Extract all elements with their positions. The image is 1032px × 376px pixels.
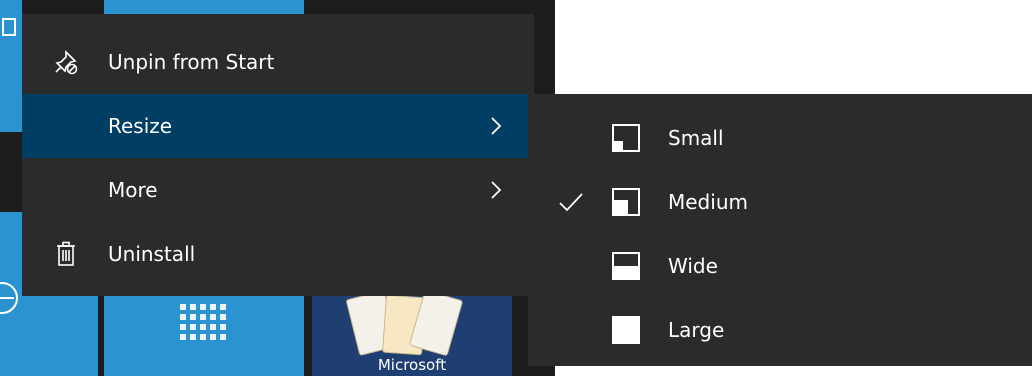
solitaire-tile-caption: Microsoft: [377, 356, 447, 374]
menu-item-unpin-from-start[interactable]: Unpin from Start: [22, 30, 534, 94]
checkmark-icon: [558, 190, 584, 214]
submenu-item-label: Large: [668, 318, 725, 342]
menu-item-label: Unpin from Start: [108, 50, 275, 74]
playing-cards-icon: [344, 289, 464, 357]
app-tile-bottom-small[interactable]: [22, 292, 98, 376]
size-medium-icon: [612, 188, 640, 216]
size-small-icon: [612, 124, 640, 152]
size-wide-icon: [612, 252, 640, 280]
chevron-right-icon: [490, 116, 502, 136]
app-tile-top[interactable]: [104, 0, 304, 14]
submenu-item-label: Small: [668, 126, 724, 150]
menu-item-label: More: [108, 178, 158, 202]
menu-item-label: Uninstall: [108, 242, 196, 266]
app-glyph-icon: [2, 18, 16, 36]
resize-submenu: Small Medium Wide Large: [528, 94, 1032, 366]
unpin-icon: [52, 48, 80, 76]
menu-item-resize[interactable]: Resize: [22, 94, 534, 158]
menu-item-more[interactable]: More: [22, 158, 534, 222]
submenu-item-small[interactable]: Small: [528, 106, 1032, 170]
chevron-right-icon: [490, 180, 502, 200]
menu-item-label: Resize: [108, 114, 173, 138]
start-menu-screen: Microsoft Unpin from Start Resize More U…: [0, 0, 1032, 376]
submenu-item-medium[interactable]: Medium: [528, 170, 1032, 234]
app-tile-left-top[interactable]: [0, 0, 22, 132]
submenu-item-label: Medium: [668, 190, 748, 214]
size-large-icon: [612, 316, 640, 344]
calculator-icon: [180, 304, 228, 344]
menu-item-uninstall[interactable]: Uninstall: [22, 222, 534, 286]
trash-icon: [52, 240, 80, 268]
submenu-item-wide[interactable]: Wide: [528, 234, 1032, 298]
tile-context-menu: Unpin from Start Resize More Uninstall: [22, 14, 534, 296]
submenu-item-large[interactable]: Large: [528, 298, 1032, 362]
submenu-item-label: Wide: [668, 254, 718, 278]
